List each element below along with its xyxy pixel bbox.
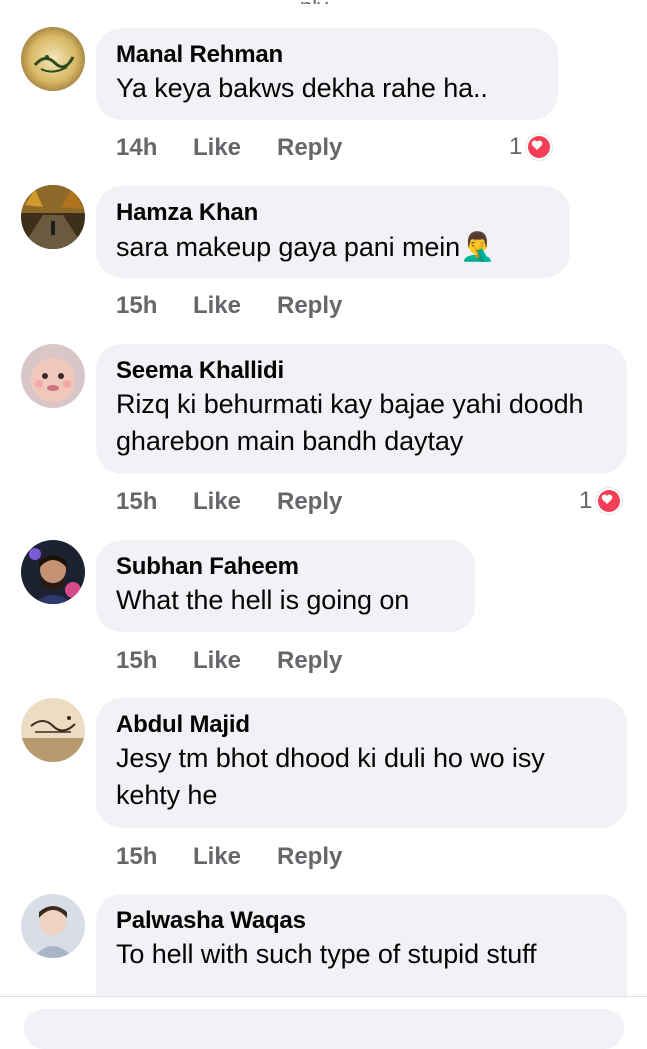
reaction-summary[interactable]: 1 [579, 486, 623, 516]
avatar[interactable] [21, 185, 85, 249]
like-button[interactable]: Like [193, 842, 277, 872]
comment-text: Rizq ki behurmati kay bajae yahi doodh g… [116, 389, 584, 456]
comment-timestamp[interactable]: 15h [116, 842, 193, 872]
like-button[interactable]: Like [193, 133, 277, 163]
reply-button[interactable]: Reply [277, 646, 342, 676]
comment-bubble: Subhan Faheem What the hell is going on [96, 540, 475, 632]
comment-text: sara makeup gaya pani mein🤦‍♂️ [116, 228, 550, 266]
comment-author[interactable]: Abdul Majid [116, 710, 607, 740]
comment-text-body: sara makeup gaya pani mein [116, 232, 461, 262]
heart-icon [596, 488, 623, 514]
like-button[interactable]: Like [193, 291, 277, 321]
comment-bubble: Seema Khallidi Rizq ki behurmati kay baj… [96, 344, 627, 474]
comment-actions: 15h Like Reply [116, 487, 342, 517]
comment-text: To hell with such type of stupid stuff [116, 939, 537, 969]
comment-bubble: Manal Rehman Ya keya bakws dekha rahe ha… [96, 28, 558, 120]
comment-author[interactable]: Subhan Faheem [116, 552, 455, 582]
heart-icon [526, 134, 553, 160]
comment-actions: 15h Like Reply [116, 842, 342, 872]
comment-author[interactable]: Manal Rehman [116, 40, 538, 70]
avatar[interactable] [21, 894, 85, 958]
avatar[interactable] [21, 698, 85, 762]
reply-button[interactable]: Reply [277, 487, 342, 517]
comment-actions: 15h Like Reply [116, 646, 342, 676]
like-button[interactable]: Like [193, 646, 277, 676]
like-button[interactable]: Like [193, 487, 277, 517]
comment-actions: 14h Like Reply [116, 133, 342, 163]
comment-input[interactable] [24, 1009, 624, 1049]
facepalm-emoji: 🤦‍♂️ [460, 231, 495, 262]
avatar[interactable] [21, 27, 85, 91]
avatar[interactable] [21, 540, 85, 604]
comment-text: Ya keya bakws dekha rahe ha.. [116, 73, 488, 103]
reply-button[interactable]: Reply [277, 291, 342, 321]
reply-button[interactable]: Reply [277, 133, 342, 163]
comment-timestamp[interactable]: 15h [116, 646, 193, 676]
comment-actions: 15h Like Reply [116, 291, 342, 321]
comment-bubble: Hamza Khan sara makeup gaya pani mein🤦‍♂… [96, 186, 570, 278]
comment-author[interactable]: Seema Khallidi [116, 356, 607, 386]
comment-text: What the hell is going on [116, 585, 410, 615]
previous-comment-cutoff: ply [300, 0, 340, 4]
comment-timestamp[interactable]: 15h [116, 487, 193, 517]
reply-button[interactable]: Reply [277, 842, 342, 872]
comment-bubble: Abdul Majid Jesy tm bhot dhood ki duli h… [96, 698, 627, 828]
reaction-count: 1 [509, 133, 523, 160]
comment-author[interactable]: Hamza Khan [116, 198, 550, 228]
comment-author[interactable]: Palwasha Waqas [116, 906, 607, 936]
comment-text: Jesy tm bhot dhood ki duli ho wo isy keh… [116, 743, 545, 810]
comment-timestamp[interactable]: 15h [116, 291, 193, 321]
reaction-count: 1 [579, 487, 593, 514]
comment-composer-bar [0, 996, 647, 1049]
comment-timestamp[interactable]: 14h [116, 133, 193, 163]
reaction-summary[interactable]: 1 [509, 132, 553, 162]
avatar[interactable] [21, 344, 85, 408]
